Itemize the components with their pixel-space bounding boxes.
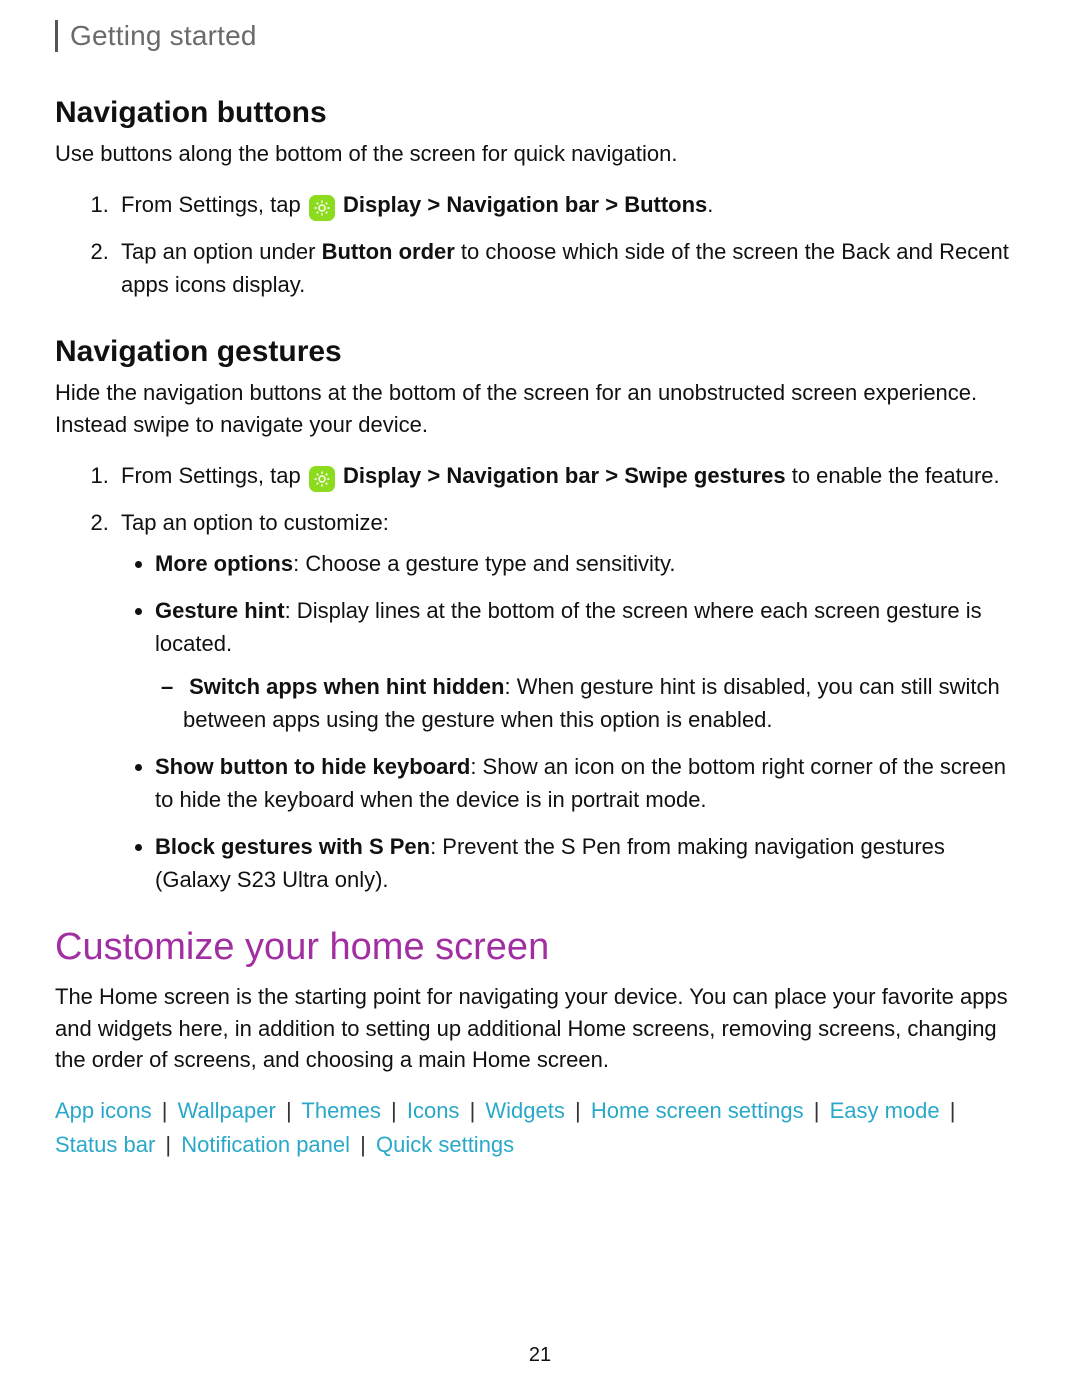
nav-gestures-step-2: Tap an option to customize: More options… [115,506,1025,896]
option-block-spen: Block gestures with S Pen: Prevent the S… [155,830,1025,896]
bold-path: Display > Navigation bar > Buttons [343,192,707,217]
separator: | [391,1098,397,1123]
separator: | [162,1098,168,1123]
separator: | [286,1098,292,1123]
breadcrumb: Getting started [55,20,1025,52]
breadcrumb-text: Getting started [70,20,257,51]
label: Show button to hide keyboard [155,754,470,779]
separator: | [470,1098,476,1123]
text: : Choose a gesture type and sensitivity. [293,551,675,576]
page-number: 21 [0,1344,1080,1367]
separator: | [814,1098,820,1123]
text: to enable the feature. [786,463,1000,488]
page: Getting started Navigation buttons Use b… [0,0,1080,1397]
nav-buttons-intro: Use buttons along the bottom of the scre… [55,138,1025,170]
heading-customize-home: Customize your home screen [55,926,1025,969]
topic-link[interactable]: Wallpaper [178,1098,276,1123]
bold-path: Display > Navigation bar > Swipe gesture… [343,463,786,488]
label: Gesture hint [155,598,285,623]
nav-buttons-step-1: From Settings, tap Display > Navigation … [115,188,1025,221]
text: . [707,192,713,217]
topic-link[interactable]: Widgets [485,1098,564,1123]
option-more: More options: Choose a gesture type and … [155,547,1025,580]
nav-gestures-step-1: From Settings, tap Display > Navigation … [115,459,1025,492]
text: From Settings, tap [121,463,307,488]
heading-navigation-buttons: Navigation buttons [55,96,1025,130]
label: Block gestures with S Pen [155,834,430,859]
topic-link[interactable]: Home screen settings [591,1098,804,1123]
display-icon [309,195,335,221]
topic-links: App icons | Wallpaper | Themes | Icons |… [55,1094,1025,1162]
topic-link[interactable]: Status bar [55,1132,155,1157]
text: Tap an option to customize: [121,510,389,535]
option-gesture-hint: Gesture hint: Display lines at the botto… [155,594,1025,736]
separator: | [950,1098,956,1123]
option-switch-apps: Switch apps when hint hidden: When gestu… [183,670,1025,736]
nav-buttons-step-2: Tap an option under Button order to choo… [115,235,1025,301]
topic-link[interactable]: Quick settings [376,1132,514,1157]
topic-link[interactable]: Notification panel [181,1132,350,1157]
nav-gestures-steps: From Settings, tap Display > Navigation … [55,459,1025,896]
display-icon [309,466,335,492]
separator: | [575,1098,581,1123]
label: More options [155,551,293,576]
label: Switch apps when hint hidden [189,674,504,699]
nav-buttons-steps: From Settings, tap Display > Navigation … [55,188,1025,301]
bold-text: Button order [322,239,455,264]
heading-navigation-gestures: Navigation gestures [55,335,1025,369]
separator: | [360,1132,366,1157]
topic-link[interactable]: Easy mode [830,1098,940,1123]
sub-options: Switch apps when hint hidden: When gestu… [155,670,1025,736]
topic-link[interactable]: Icons [407,1098,460,1123]
customize-options: More options: Choose a gesture type and … [121,547,1025,896]
separator: | [165,1132,171,1157]
topic-link[interactable]: Themes [301,1098,380,1123]
text: Tap an option under [121,239,322,264]
text: From Settings, tap [121,192,307,217]
option-hide-keyboard: Show button to hide keyboard: Show an ic… [155,750,1025,816]
topic-link[interactable]: App icons [55,1098,152,1123]
customize-intro: The Home screen is the starting point fo… [55,981,1025,1077]
nav-gestures-intro: Hide the navigation buttons at the botto… [55,377,1025,441]
